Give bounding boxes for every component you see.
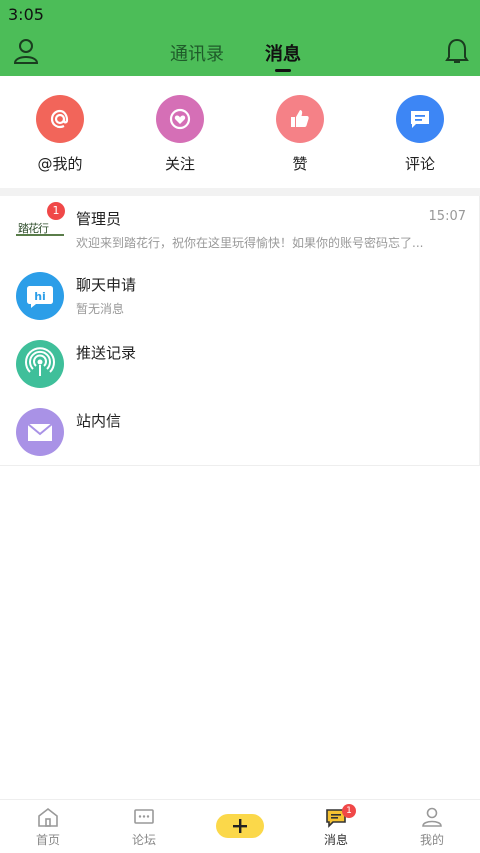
list-item-title: 管理员: [76, 210, 122, 228]
list-item-admin[interactable]: 踏花行 1 管理员 15:07 欢迎来到踏花行，祝你在这里玩得愉快！如果你的账号…: [0, 196, 480, 264]
list-item-title: 聊天申请: [76, 276, 137, 294]
quick-action-follow[interactable]: 关注: [140, 95, 220, 174]
thumbs-up-icon: [276, 95, 324, 143]
post-plus-button[interactable]: [216, 814, 264, 838]
top-header: 3:05 通讯录 消息: [0, 0, 480, 76]
list-item-push-records[interactable]: 推送记录: [0, 330, 480, 398]
bottom-nav: 首页 论坛 1 消息 我的: [0, 799, 480, 853]
forum-icon: [114, 806, 174, 828]
list-item-title: 站内信: [76, 412, 122, 430]
broadcast-icon: [16, 340, 64, 388]
svg-text:hi: hi: [34, 290, 46, 303]
message-icon: [306, 806, 366, 828]
nav-label: 我的: [419, 833, 444, 847]
mail-icon: [16, 408, 64, 456]
quick-action-at-me[interactable]: @我的: [20, 95, 100, 174]
quick-action-label: 关注: [164, 155, 195, 173]
heart-circle-icon: [156, 95, 204, 143]
nav-label: 消息: [323, 833, 348, 847]
list-item-site-mail[interactable]: 站内信: [0, 398, 480, 466]
nav-forum[interactable]: 论坛: [114, 806, 174, 848]
nav-label: 论坛: [131, 833, 156, 847]
unread-badge: 1: [47, 202, 65, 220]
comment-icon: [396, 95, 444, 143]
user-icon[interactable]: [12, 37, 40, 65]
at-icon: [36, 95, 84, 143]
quick-actions: @我的 关注 赞 评论: [0, 76, 480, 188]
home-icon: [18, 806, 78, 828]
quick-action-like[interactable]: 赞: [260, 95, 340, 174]
bell-icon[interactable]: [444, 37, 470, 65]
list-item-preview: 欢迎来到踏花行，祝你在这里玩得愉快！如果你的账号密码忘了...: [76, 236, 424, 250]
logo-underline: [16, 234, 64, 236]
list-item-chat-request[interactable]: hi 聊天申请 暂无消息: [0, 262, 480, 330]
active-tab-indicator: [275, 69, 291, 72]
quick-action-label: 赞: [292, 155, 308, 173]
profile-icon: [402, 806, 462, 828]
nav-unread-badge: 1: [342, 804, 356, 818]
nav-home[interactable]: 首页: [18, 806, 78, 848]
hi-chat-icon: hi: [16, 272, 64, 320]
list-item-preview: 暂无消息: [76, 302, 125, 316]
nav-profile[interactable]: 我的: [402, 806, 462, 848]
quick-action-label: 评论: [404, 155, 435, 173]
status-time: 3:05: [8, 5, 44, 24]
message-list: 踏花行 1 管理员 15:07 欢迎来到踏花行，祝你在这里玩得愉快！如果你的账号…: [0, 196, 480, 466]
quick-action-comment[interactable]: 评论: [380, 95, 460, 174]
section-divider: [0, 188, 480, 196]
tab-contacts[interactable]: 通讯录: [170, 40, 224, 66]
quick-action-label: @我的: [37, 155, 83, 173]
list-item-time: 15:07: [428, 209, 466, 224]
nav-label: 首页: [35, 833, 60, 847]
nav-messages[interactable]: 1 消息: [306, 804, 366, 848]
tab-messages[interactable]: 消息: [265, 40, 301, 66]
list-item-title: 推送记录: [76, 344, 137, 362]
